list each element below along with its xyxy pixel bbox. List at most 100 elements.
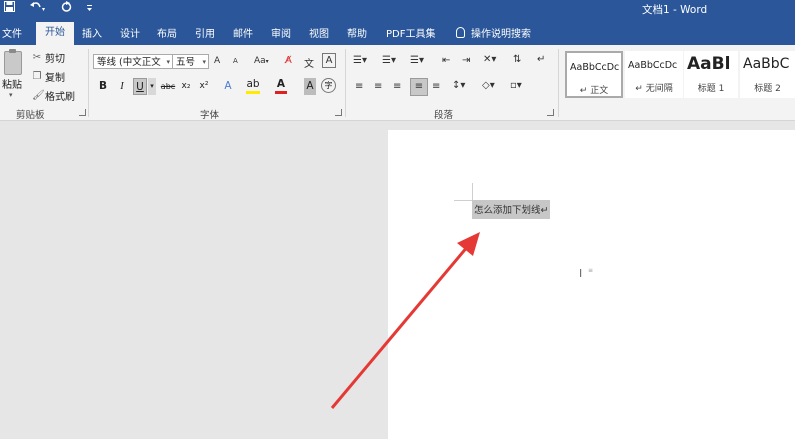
distributed-icon[interactable]: ≡ <box>432 81 440 92</box>
font-name-value: 等线 (中文正文 <box>97 57 161 68</box>
margin-marker <box>454 200 472 201</box>
ribbon-home: 粘贴 ▾ ✂ 剪切 ❐ 复制 🖌 格式刷 剪贴板 等线 (中文正文 ▾ 五号 ▾ A … <box>0 45 795 121</box>
tell-me-label: 操作说明搜索 <box>471 29 531 40</box>
strikethrough-button[interactable]: abc <box>160 78 176 95</box>
font-name-dropdown[interactable]: 等线 (中文正文 ▾ <box>93 54 173 69</box>
style-name: 标题 2 <box>754 84 781 94</box>
paragraph-group-label: 段落 <box>434 110 454 121</box>
subscript-button[interactable]: x₂ <box>180 78 192 95</box>
paragraph-lines-icon: ≡ <box>588 267 594 274</box>
shading-icon[interactable]: ◇▾ <box>482 80 495 91</box>
style-sample: AaBbC <box>743 56 790 72</box>
ribbon-tabs: 文件 开始 插入 设计 布局 引用 邮件 审阅 视图 帮助 PDF工具集 操作说… <box>0 19 795 45</box>
customize-qat-icon[interactable] <box>86 1 93 15</box>
tab-mailings[interactable]: 邮件 <box>233 25 253 40</box>
line-spacing-icon[interactable]: ↕▾ <box>452 80 465 91</box>
i-beam-cursor-icon: I <box>579 267 583 280</box>
enclosed-character-icon[interactable]: 字 <box>321 78 336 93</box>
style-heading-1[interactable]: AaBl 标题 1 <box>684 51 738 98</box>
highlight-color-icon[interactable]: ab <box>246 78 260 94</box>
paragraph-launcher-icon[interactable] <box>547 109 554 116</box>
document-page[interactable]: 怎么添加下划线↵ I ≡ <box>388 130 795 439</box>
tab-pdf-tools[interactable]: PDF工具集 <box>386 25 435 40</box>
paintbrush-icon: 🖌 <box>32 90 45 101</box>
clear-formatting-icon[interactable]: A̸ <box>285 55 292 66</box>
tab-review[interactable]: 审阅 <box>271 25 291 40</box>
chinese-layout-icon[interactable]: ✕▾ <box>483 54 496 65</box>
copy-label: 复制 <box>45 73 65 84</box>
paste-dropdown-icon[interactable]: ▾ <box>9 91 13 99</box>
paste-icon[interactable] <box>4 49 22 75</box>
font-launcher-icon[interactable] <box>335 109 342 116</box>
tab-layout[interactable]: 布局 <box>157 25 177 40</box>
style-name: ↵ 无间隔 <box>635 84 673 94</box>
style-normal[interactable]: AaBbCcDc ↵ 正文 <box>565 51 623 98</box>
font-group-label: 字体 <box>200 110 220 121</box>
chevron-down-icon: ▾ <box>202 58 206 66</box>
tab-file[interactable]: 文件 <box>2 25 22 40</box>
underline-dropdown-icon[interactable]: ▾ <box>148 78 156 95</box>
align-left-icon[interactable]: ≡ <box>355 81 363 92</box>
style-no-spacing[interactable]: AaBbCcDc ↵ 无间隔 <box>625 51 683 98</box>
chevron-down-icon: ▾ <box>166 58 170 66</box>
paste-button[interactable]: 粘贴 <box>2 76 22 91</box>
justify-icon[interactable]: ≡ <box>410 78 428 96</box>
font-color-button[interactable]: A <box>275 78 287 94</box>
change-case-label: Aa <box>254 56 266 66</box>
font-size-dropdown[interactable]: 五号 ▾ <box>172 54 209 69</box>
tab-view[interactable]: 视图 <box>309 25 329 40</box>
clipboard-group-label: 剪贴板 <box>16 110 45 121</box>
redo-icon[interactable] <box>61 1 72 15</box>
tab-help[interactable]: 帮助 <box>347 25 367 40</box>
save-icon[interactable] <box>4 1 15 15</box>
font-size-value: 五号 <box>176 57 196 68</box>
cut-label: 剪切 <box>45 54 65 65</box>
selected-text[interactable]: 怎么添加下划线↵ <box>472 200 551 219</box>
scissors-icon: ✂ <box>32 52 42 63</box>
copy-button[interactable]: ❐ 复制 <box>32 69 65 84</box>
quick-access-toolbar: ▾ <box>4 1 93 15</box>
phonetic-guide-icon[interactable]: 文 <box>304 55 314 70</box>
style-sample: AaBbCcDc <box>570 62 620 73</box>
group-divider <box>558 49 559 117</box>
increase-indent-icon[interactable]: ⇥ <box>462 55 470 66</box>
group-divider <box>88 49 89 117</box>
align-right-icon[interactable]: ≡ <box>393 81 401 92</box>
tab-design[interactable]: 设计 <box>120 25 140 40</box>
svg-text:▾: ▾ <box>42 6 45 12</box>
superscript-button[interactable]: x² <box>198 78 210 95</box>
numbering-icon[interactable]: ☰▾ <box>382 55 396 66</box>
tab-references[interactable]: 引用 <box>195 25 215 40</box>
sort-icon[interactable]: ⇅ <box>513 54 521 65</box>
style-name: ↵ 正文 <box>579 86 609 96</box>
multilevel-list-icon[interactable]: ☰▾ <box>410 55 424 66</box>
tell-me-search[interactable]: 操作说明搜索 <box>456 25 531 40</box>
style-sample: AaBbCcDc <box>628 60 678 71</box>
italic-button[interactable]: I <box>116 78 128 95</box>
bold-button[interactable]: B <box>97 78 109 95</box>
title-bar: ▾ 文档1 - Word <box>0 0 795 19</box>
show-hide-marks-icon[interactable]: ↵ <box>537 54 545 65</box>
decrease-indent-icon[interactable]: ⇤ <box>442 55 450 66</box>
clipboard-launcher-icon[interactable] <box>79 109 86 116</box>
cut-button[interactable]: ✂ 剪切 <box>32 50 65 65</box>
align-center-icon[interactable]: ≡ <box>374 81 382 92</box>
enclose-characters-icon[interactable]: A <box>322 53 336 68</box>
format-painter-label: 格式刷 <box>45 92 75 103</box>
shrink-font-button[interactable]: A <box>233 57 238 65</box>
borders-icon[interactable]: ▫▾ <box>510 80 522 91</box>
copy-icon: ❐ <box>32 71 42 82</box>
undo-icon[interactable]: ▾ <box>29 1 47 15</box>
style-name: 标题 1 <box>697 84 725 94</box>
change-case-button[interactable]: Aa▾ <box>254 56 269 66</box>
underline-button[interactable]: U <box>133 78 147 95</box>
format-painter-button[interactable]: 🖌 格式刷 <box>32 88 75 103</box>
character-shading-button[interactable]: A <box>304 78 316 95</box>
style-heading-2[interactable]: AaBbC 标题 2 <box>740 51 795 98</box>
tab-home[interactable]: 开始 <box>36 22 74 45</box>
tab-insert[interactable]: 插入 <box>82 25 102 40</box>
grow-font-button[interactable]: A <box>214 56 220 66</box>
bullets-icon[interactable]: ☰▾ <box>353 55 367 66</box>
text-effects-icon[interactable]: A <box>222 78 234 95</box>
window-title: 文档1 - Word <box>642 4 708 16</box>
